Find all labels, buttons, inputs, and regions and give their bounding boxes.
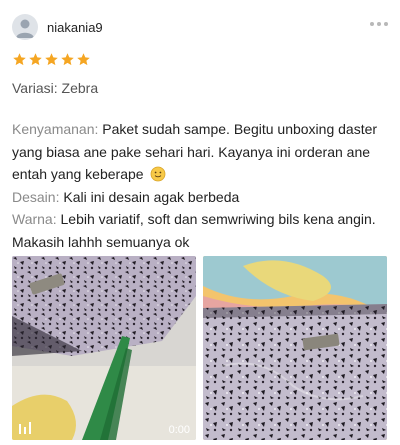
avatar[interactable] [12, 14, 38, 40]
color-text: Lebih variatif, soft dan semwriwing bils… [12, 211, 376, 250]
video-bars-icon [19, 422, 31, 434]
review-photo-thumbnail[interactable] [203, 256, 387, 440]
review-header: niakania9 [12, 13, 388, 43]
review-color: Warna: Lebih variatif, soft dan semwriwi… [12, 208, 392, 253]
review-video-thumbnail[interactable]: 0:00 [12, 256, 196, 440]
star-icon [77, 53, 90, 66]
username[interactable]: niakania9 [47, 20, 103, 35]
star-icon [13, 53, 26, 66]
color-label: Warna: [12, 211, 57, 227]
review-design: Desain: Kali ini desain agak berbeda [12, 186, 392, 209]
video-duration: 0:00 [168, 424, 190, 436]
design-label: Desain: [12, 188, 60, 205]
more-options-icon[interactable] [368, 17, 388, 31]
slightly-smiling-face-icon [151, 166, 166, 182]
comfort-label: Kenyamanan: [12, 121, 99, 137]
star-icon [61, 53, 74, 66]
review-comfort: Kenyamanan: Paket sudah sampe. Begitu un… [12, 118, 392, 186]
star-icon [45, 53, 58, 66]
user-silhouette-icon [16, 19, 34, 38]
variant-label: Variasi: Zebra [12, 80, 99, 96]
review-text: Kenyamanan: Paket sudah sampe. Begitu un… [12, 118, 392, 253]
design-text: Kali ini desain agak berbeda [63, 188, 240, 205]
star-icon [29, 53, 42, 66]
star-rating [12, 52, 91, 67]
